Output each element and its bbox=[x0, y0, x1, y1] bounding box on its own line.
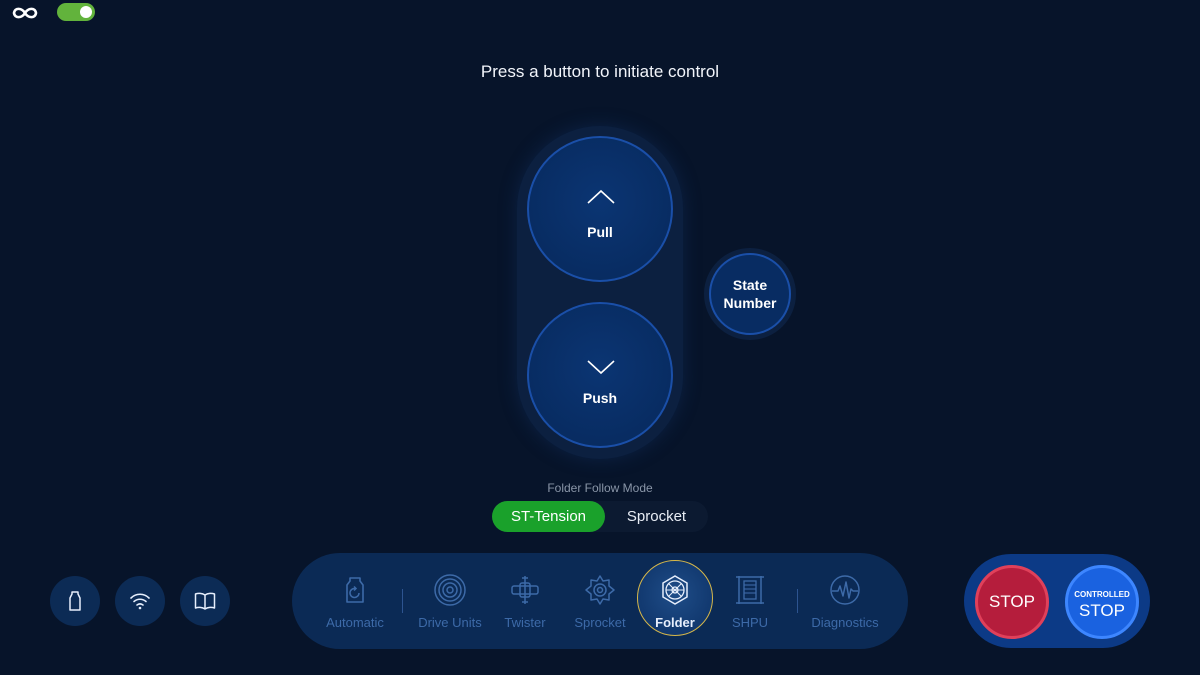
nav-label-sprocket: Sprocket bbox=[574, 615, 626, 630]
nav-label-folder: Folder bbox=[655, 615, 695, 630]
bottle-button[interactable] bbox=[50, 576, 100, 626]
emergency-stop-button[interactable]: STOP bbox=[975, 565, 1049, 639]
nav-separator bbox=[402, 589, 403, 613]
mode-option-st-tension[interactable]: ST-Tension bbox=[492, 501, 605, 532]
push-label: Push bbox=[582, 390, 618, 406]
controlled-stop-label: STOP bbox=[1079, 601, 1125, 620]
state-number-button[interactable]: State Number bbox=[709, 253, 791, 335]
wifi-button[interactable] bbox=[115, 576, 165, 626]
drive-units-icon bbox=[434, 574, 466, 606]
instruction-text: Press a button to initiate control bbox=[480, 62, 720, 81]
nav-item-sprocket[interactable]: Sprocket bbox=[570, 553, 630, 649]
bottle-icon bbox=[69, 591, 81, 611]
twister-icon bbox=[511, 576, 539, 604]
automatic-icon bbox=[346, 577, 364, 603]
chevron-down-icon bbox=[587, 360, 615, 375]
diagnostics-icon bbox=[830, 575, 860, 605]
folder-icon bbox=[662, 575, 688, 605]
follow-mode-selector: ST-Tension Sprocket bbox=[492, 501, 708, 532]
push-button[interactable]: Push bbox=[527, 302, 673, 448]
wifi-icon bbox=[130, 593, 150, 610]
sprocket-icon bbox=[585, 575, 615, 605]
nav-label-automatic: Automatic bbox=[326, 615, 384, 630]
nav-item-shpu[interactable]: SHPU bbox=[720, 553, 780, 649]
nav-item-diagnostics[interactable]: Diagnostics bbox=[811, 553, 879, 649]
pull-label: Pull bbox=[587, 224, 613, 240]
control-screen: Press a button to initiate control Pull … bbox=[0, 0, 1200, 675]
follow-mode-title: Folder Follow Mode bbox=[547, 481, 653, 495]
connection-toggle[interactable] bbox=[57, 3, 95, 21]
controlled-stop-button[interactable]: CONTROLLED STOP bbox=[1065, 565, 1139, 639]
book-icon bbox=[194, 592, 216, 610]
manual-button[interactable] bbox=[180, 576, 230, 626]
mode-option-sprocket[interactable]: Sprocket bbox=[605, 501, 708, 532]
pull-button[interactable]: Pull bbox=[527, 136, 673, 282]
nav-label-twister: Twister bbox=[504, 615, 546, 630]
infinity-logo-icon bbox=[12, 7, 38, 19]
nav-item-folder[interactable]: Folder bbox=[645, 553, 705, 649]
nav-label-drive-units: Drive Units bbox=[418, 615, 482, 630]
controlled-label: CONTROLLED bbox=[1074, 590, 1130, 599]
state-number-label: State Number bbox=[723, 277, 777, 311]
chevron-up-icon bbox=[587, 189, 615, 204]
nav-item-drive-units[interactable]: Drive Units bbox=[418, 553, 482, 649]
nav-separator bbox=[797, 589, 798, 613]
nav-item-twister[interactable]: Twister bbox=[495, 553, 555, 649]
nav-label-shpu: SHPU bbox=[731, 615, 769, 630]
shpu-icon bbox=[736, 576, 764, 604]
nav-item-automatic[interactable]: Automatic bbox=[325, 553, 385, 649]
nav-label-diagnostics: Diagnostics bbox=[811, 615, 879, 630]
toggle-knob bbox=[80, 6, 92, 18]
